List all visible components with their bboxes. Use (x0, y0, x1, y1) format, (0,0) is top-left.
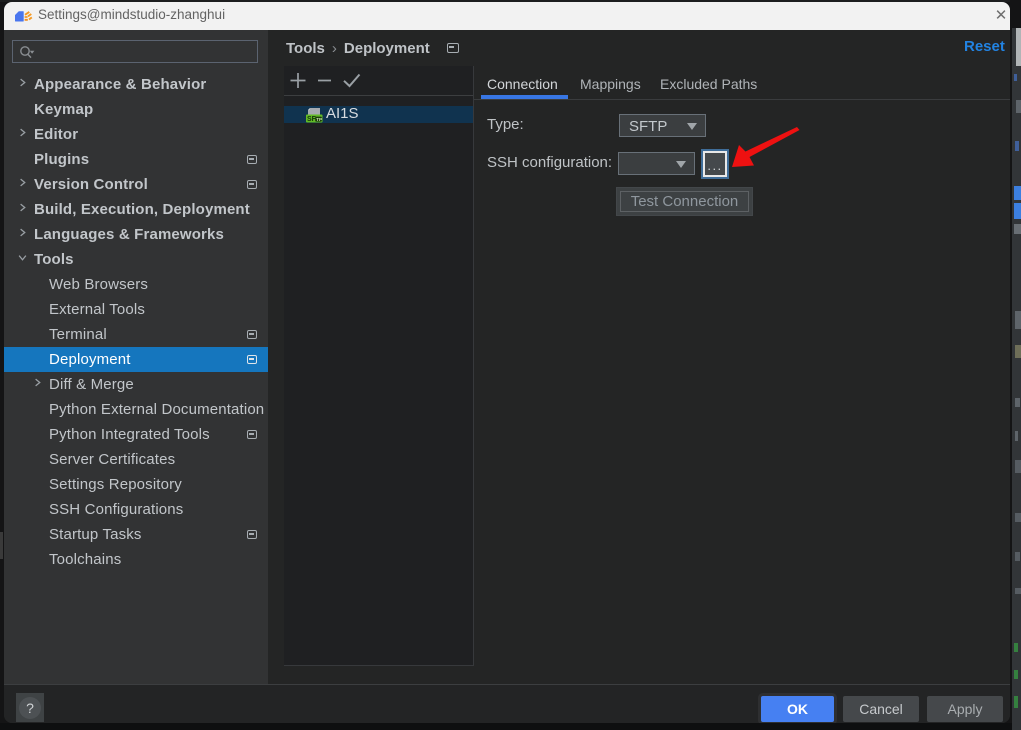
svg-text:TP: TP (316, 117, 322, 122)
